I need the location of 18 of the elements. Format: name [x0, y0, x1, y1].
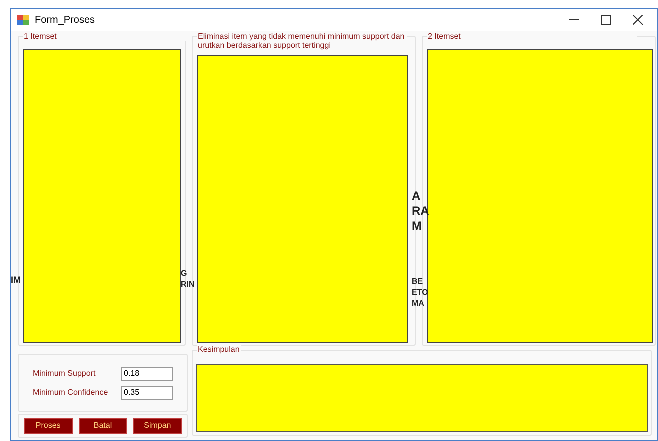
action-button[interactable]: Proses	[24, 418, 73, 434]
action-button[interactable]: Batal	[78, 418, 128, 434]
label-fragment: A	[412, 190, 421, 202]
label-fragment: BE	[412, 278, 424, 286]
parameter-input[interactable]: 0.35	[121, 386, 173, 400]
group-label: Kesimpulan	[197, 345, 241, 355]
label-fragment: IM	[11, 276, 21, 285]
group-label: Eliminasi item yang tidak memenuhi minimum support dan urutkan berdasarkan support tertinggi	[197, 32, 407, 50]
parameter-label: Minimum Confidence	[33, 386, 108, 398]
label-fragment: MA	[412, 300, 424, 308]
action-button[interactable]: Simpan	[133, 418, 182, 434]
label-fragment: G	[181, 270, 188, 278]
group-label: 2 Itemset	[427, 32, 637, 41]
parameter-label: Minimum Support	[33, 368, 96, 380]
label-fragment: RIN	[181, 281, 195, 289]
window-title: Form_Proses	[35, 14, 96, 28]
parameter-input[interactable]: 0.18	[121, 366, 173, 380]
label-fragment: M	[412, 220, 422, 232]
